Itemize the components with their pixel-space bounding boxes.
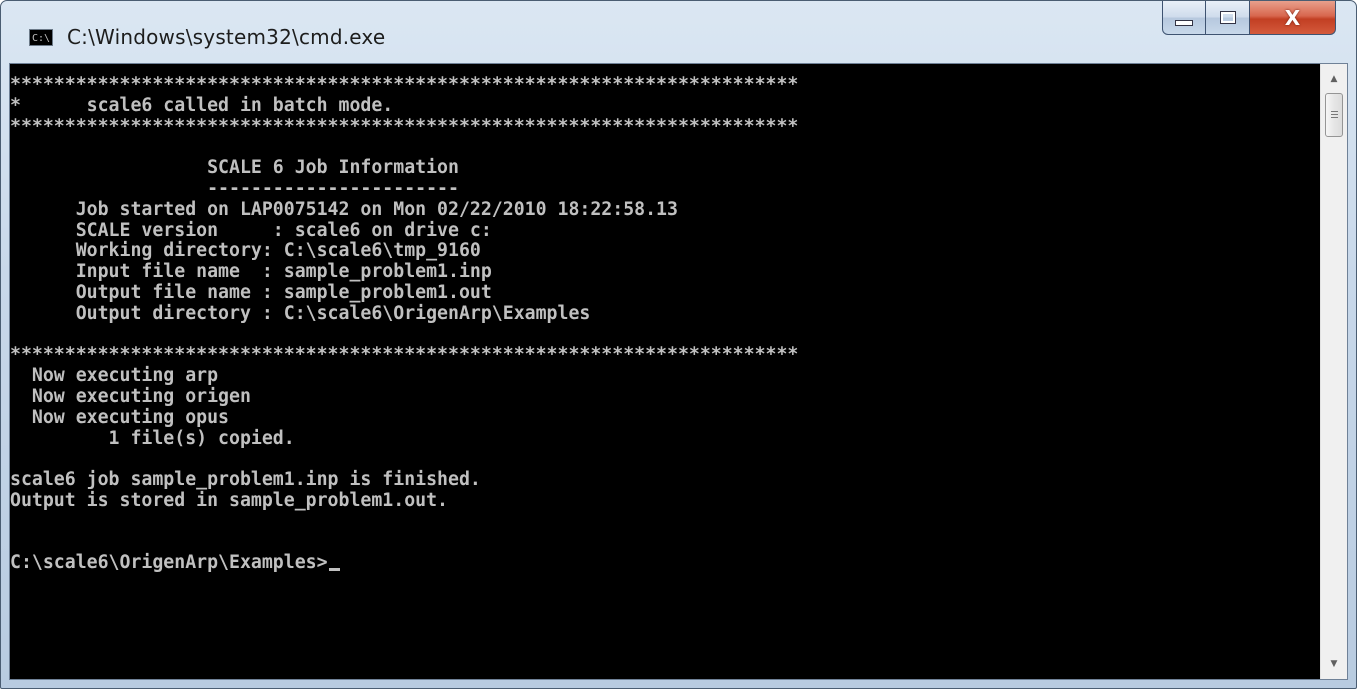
close-button[interactable]: X [1250, 1, 1336, 35]
window-title: C:\Windows\system32\cmd.exe [67, 25, 386, 49]
console-line: Output is stored in sample_problem1.out. [10, 489, 448, 511]
minimize-button[interactable] [1162, 1, 1206, 35]
console-line: 1 file(s) copied. [10, 427, 295, 449]
console-line: ****************************************… [10, 344, 799, 366]
console-line: Working directory: C:\scale6\tmp_9160 [10, 240, 481, 262]
thumb-grip-icon [1330, 110, 1338, 120]
console-line: Now executing origen [10, 385, 251, 407]
console-line: Now executing opus [10, 406, 229, 428]
console-line: Output file name : sample_problem1.out [10, 281, 492, 303]
prompt-line[interactable]: C:\scale6\OrigenArp\Examples> [10, 552, 1320, 574]
cmd-console-icon[interactable]: C:\ [29, 29, 53, 46]
title-bar[interactable]: C:\ C:\Windows\system32\cmd.exe X [1, 1, 1356, 63]
scroll-down-button[interactable]: ▼ [1321, 651, 1347, 677]
vertical-scrollbar[interactable]: ▲ ▼ [1320, 64, 1347, 679]
console-client-area: ****************************************… [9, 63, 1348, 680]
console-line: ****************************************… [10, 115, 799, 137]
console-line: scale6 job sample_problem1.inp is finish… [10, 469, 481, 491]
scrollbar-thumb[interactable] [1325, 93, 1343, 137]
console-line: SCALE version : scale6 on drive c: [10, 219, 492, 241]
console-line: * scale6 called in batch mode. [10, 94, 394, 116]
maximize-button[interactable] [1206, 1, 1250, 35]
console-line: SCALE 6 Job Information [10, 157, 459, 179]
console-line: ----------------------- [10, 177, 459, 199]
close-icon: X [1284, 5, 1301, 30]
minimize-icon [1175, 19, 1193, 26]
console-text: ****************************************… [10, 64, 1320, 574]
console-window: C:\ C:\Windows\system32\cmd.exe X ******… [0, 0, 1357, 689]
console-line: Input file name : sample_problem1.inp [10, 261, 492, 283]
console-line: Output directory : C:\scale6\OrigenArp\E… [10, 302, 591, 324]
console-line: Job started on LAP0075142 on Mon 02/22/2… [10, 198, 678, 220]
console-output[interactable]: ****************************************… [10, 64, 1320, 679]
caption-buttons: X [1162, 1, 1336, 35]
text-cursor [328, 568, 340, 572]
command-prompt: C:\scale6\OrigenArp\Examples> [10, 552, 328, 574]
scroll-down-arrow-icon: ▼ [1330, 659, 1338, 669]
console-line: ****************************************… [10, 74, 799, 95]
maximize-icon [1219, 11, 1236, 24]
scroll-up-button[interactable]: ▲ [1321, 66, 1347, 92]
scroll-up-arrow-icon: ▲ [1330, 74, 1338, 84]
console-line: Now executing arp [10, 365, 219, 387]
